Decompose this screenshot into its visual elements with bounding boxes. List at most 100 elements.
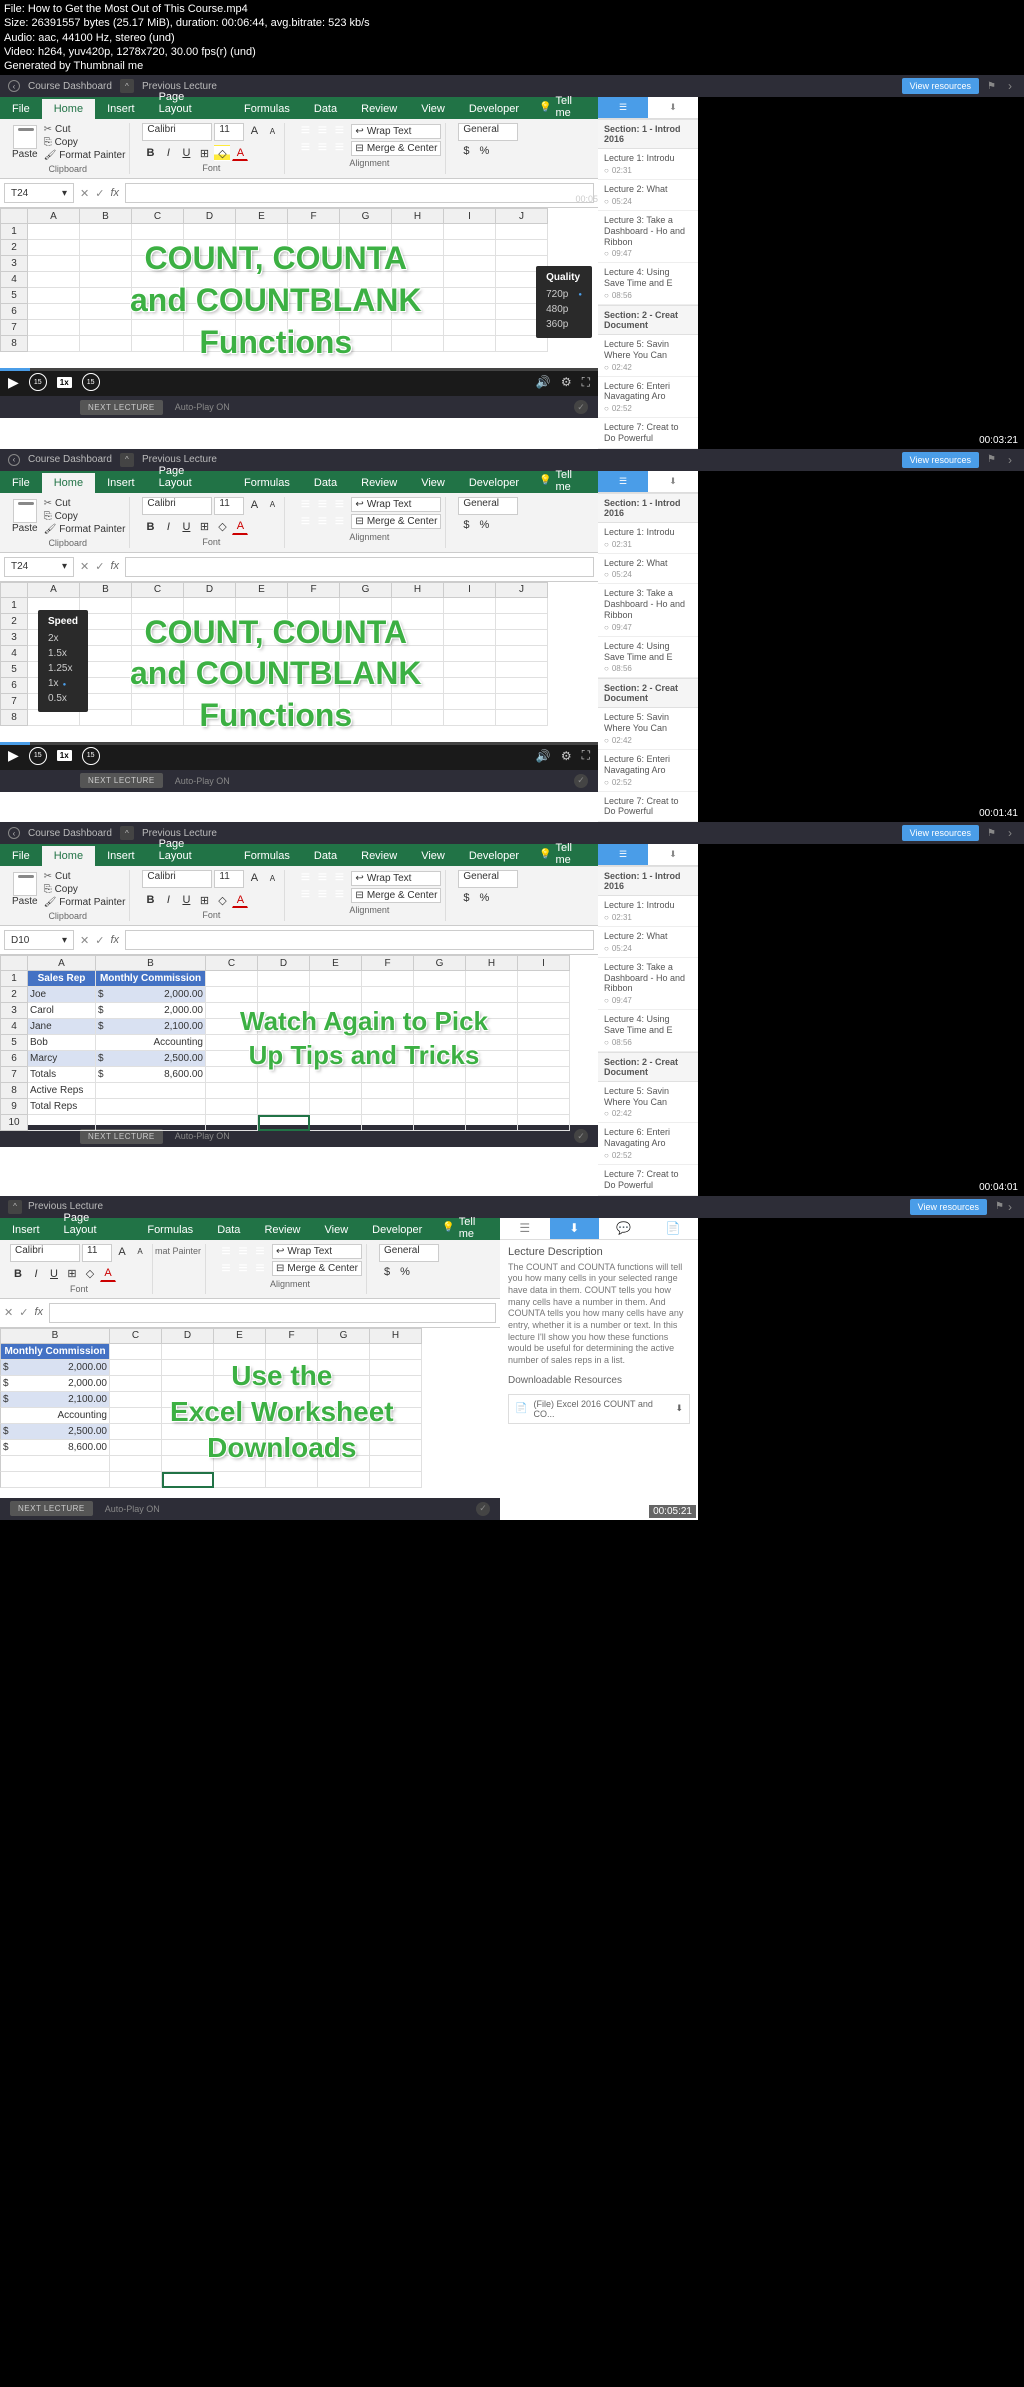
fill-color-button[interactable]: ◇	[214, 145, 230, 161]
underline-button[interactable]: U	[178, 145, 194, 161]
name-box[interactable]: T24▾	[4, 183, 74, 203]
paste-button[interactable]: Paste	[10, 123, 40, 162]
sidebar-lecture-4[interactable]: Lecture 4: Using Save Time and E08:56	[598, 263, 698, 305]
forward-15-button[interactable]: 15	[82, 373, 100, 391]
cut-button[interactable]: ✂Cut	[44, 124, 126, 135]
volume-icon[interactable]: 🔊	[536, 375, 551, 389]
selected-cell-d10[interactable]	[258, 1115, 310, 1131]
currency-icon[interactable]: $	[458, 143, 474, 159]
font-name-select[interactable]: Calibri	[142, 123, 212, 141]
spreadsheet-grid[interactable]: ABCDEFGHIJ 1 2 3 4 5 6 7 8 COUNT, COUNTA…	[0, 208, 598, 368]
download-icon[interactable]: ⬇	[675, 1403, 683, 1414]
number-format-select[interactable]: General	[458, 123, 518, 141]
next-arrow-icon[interactable]: ›	[1004, 453, 1016, 467]
merge-center-button[interactable]: ⊟Merge & Center	[351, 141, 441, 156]
tab-insert[interactable]: Insert	[95, 99, 147, 119]
quality-360p[interactable]: 360p	[546, 317, 582, 332]
scissors-icon: ✂	[44, 124, 52, 135]
video-overlay-text: Watch Again to PickUp Tips and Tricks	[240, 1005, 488, 1073]
tab-review[interactable]: Review	[349, 99, 409, 119]
font-color-button[interactable]: A	[232, 145, 248, 161]
paste-icon	[13, 125, 37, 149]
back-icon[interactable]: ‹	[8, 80, 20, 92]
tab-data[interactable]: Data	[302, 99, 349, 119]
increase-font-icon[interactable]: A	[246, 123, 262, 139]
flag-icon[interactable]: ⚑	[987, 81, 996, 92]
tab-view[interactable]: View	[409, 99, 457, 119]
tell-me-label[interactable]: Tell me	[555, 95, 590, 119]
speed-1x[interactable]: 1x	[48, 676, 78, 691]
sidebar-lecture-5[interactable]: Lecture 5: Savin Where You Can02:42	[598, 335, 698, 377]
next-arrow-icon[interactable]: ›	[1004, 79, 1016, 93]
view-resources-button[interactable]: View resources	[902, 78, 979, 94]
desc-tab-list[interactable]: ☰	[500, 1218, 550, 1239]
brush-icon: 🖌	[44, 150, 57, 161]
quality-720p[interactable]: 720p	[546, 287, 582, 302]
cancel-formula-icon[interactable]: ✕	[80, 187, 89, 200]
copy-icon: ⎘	[44, 137, 52, 148]
autoplay-toggle[interactable]: Auto-Play ON	[175, 402, 230, 412]
settings-icon[interactable]: ⚙	[561, 375, 572, 389]
speed-indicator[interactable]: 1x	[57, 377, 72, 388]
fullscreen-icon[interactable]: ⛶	[582, 375, 590, 390]
align-top-icon[interactable]: ≡	[297, 123, 313, 139]
speed-2x[interactable]: 2x	[48, 631, 78, 646]
sidebar-tab-list[interactable]: ☰	[598, 97, 648, 118]
desc-tab-download[interactable]: ⬇	[550, 1218, 600, 1239]
accept-formula-icon[interactable]: ✓	[95, 187, 104, 200]
quality-menu: Quality 720p 480p 360p	[536, 266, 592, 338]
sidebar-lecture-2[interactable]: Lecture 2: What05:24	[598, 180, 698, 211]
decrease-font-icon[interactable]: A	[264, 123, 280, 139]
align-bot-icon[interactable]: ≡	[331, 123, 347, 139]
sidebar-tab-download[interactable]: ⬇	[648, 97, 698, 118]
formula-bar[interactable]	[125, 183, 594, 203]
excel-ribbon: File Home Insert Page Layout Formulas Da…	[0, 97, 598, 208]
tab-developer[interactable]: Developer	[457, 99, 531, 119]
speed-1.5x[interactable]: 1.5x	[48, 646, 78, 661]
speed-0.5x[interactable]: 0.5x	[48, 691, 78, 706]
align-right-icon[interactable]: ≡	[331, 140, 347, 156]
progress-bar[interactable]	[0, 368, 598, 371]
dashboard-link[interactable]: Course Dashboard	[28, 81, 112, 92]
back-icon[interactable]: ‹	[8, 454, 20, 466]
wrap-icon: ↩	[355, 126, 363, 137]
fx-icon[interactable]: fx	[110, 187, 119, 200]
speed-1.25x[interactable]: 1.25x	[48, 661, 78, 676]
format-painter-button[interactable]: 🖌Format Painter	[44, 150, 126, 161]
dashboard-link[interactable]: Course Dashboard	[28, 454, 112, 465]
desc-tab-notes[interactable]: 📄	[649, 1218, 699, 1239]
video-overlay-text: Use theExcel WorksheetDownloads	[170, 1358, 394, 1467]
bold-button[interactable]: B	[142, 145, 158, 161]
align-left-icon[interactable]: ≡	[297, 140, 313, 156]
align-center-icon[interactable]: ≡	[314, 140, 330, 156]
sidebar-lecture-1[interactable]: Lecture 1: Introdu02:31	[598, 149, 698, 180]
tab-file[interactable]: File	[0, 99, 42, 119]
meta-gen: Generated by Thumbnail me	[4, 59, 1020, 73]
italic-button[interactable]: I	[160, 145, 176, 161]
sidebar-lecture-3[interactable]: Lecture 3: Take a Dashboard - Ho and Rib…	[598, 211, 698, 263]
sidebar-lecture-6[interactable]: Lecture 6: Enteri Navagating Aro02:52	[598, 377, 698, 419]
flag-icon[interactable]: ⚑	[987, 454, 996, 465]
font-size-select[interactable]: 11	[214, 123, 244, 141]
next-lecture-button[interactable]: NEXT LECTURE	[80, 400, 163, 415]
download-file-item[interactable]: 📄 (File) Excel 2016 COUNT and CO... ⬇	[508, 1394, 690, 1424]
merge-icon: ⊟	[355, 143, 363, 154]
copy-button[interactable]: ⎘Copy	[44, 137, 126, 148]
view-resources-button[interactable]: View resources	[902, 452, 979, 468]
sidebar-lecture-7[interactable]: Lecture 7: Creat to Do Powerful	[598, 418, 698, 449]
rewind-15-button[interactable]: 15	[29, 373, 47, 391]
wrap-text-button[interactable]: ↩Wrap Text	[351, 124, 441, 139]
select-all-corner[interactable]	[0, 208, 28, 224]
tab-home[interactable]: Home	[42, 99, 95, 119]
tab-formulas[interactable]: Formulas	[232, 99, 302, 119]
tab-pagelayout[interactable]: Page Layout	[147, 87, 232, 119]
nav-up-icon[interactable]: ^	[120, 453, 134, 467]
quality-480p[interactable]: 480p	[546, 302, 582, 317]
align-mid-icon[interactable]: ≡	[314, 123, 330, 139]
border-button[interactable]: ⊞	[196, 145, 212, 161]
nav-up-icon[interactable]: ^	[120, 79, 134, 93]
play-button[interactable]: ▶	[8, 374, 19, 391]
complete-check-icon[interactable]: ✓	[574, 400, 588, 414]
percent-icon[interactable]: %	[476, 143, 492, 159]
desc-tab-chat[interactable]: 💬	[599, 1218, 649, 1239]
